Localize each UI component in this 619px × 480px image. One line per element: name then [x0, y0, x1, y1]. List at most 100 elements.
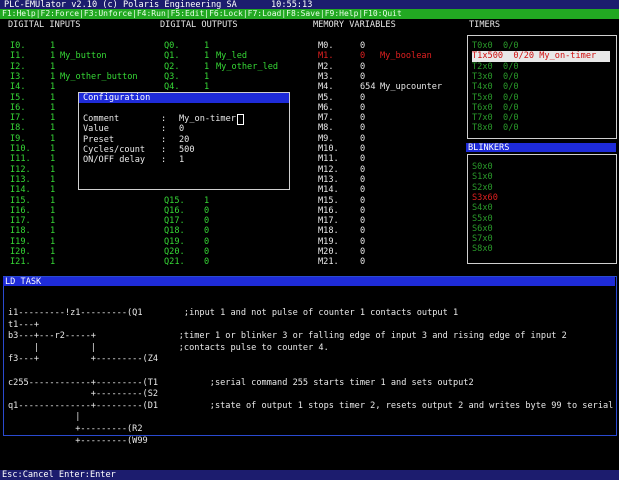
memory-value[interactable]: 0: [360, 175, 365, 185]
memory-id[interactable]: M15.: [318, 196, 339, 206]
input-value[interactable]: 1: [50, 93, 55, 103]
input-id[interactable]: I11.: [10, 154, 31, 164]
input-id[interactable]: I4.: [10, 82, 26, 92]
output-value[interactable]: 1: [204, 196, 209, 206]
memory-id[interactable]: M0.: [318, 41, 334, 51]
memory-value[interactable]: 0: [360, 257, 365, 267]
memory-value[interactable]: 0: [360, 247, 365, 257]
input-id[interactable]: I13.: [10, 175, 31, 185]
output-id[interactable]: Q21.: [164, 257, 185, 267]
memory-value[interactable]: 654: [360, 82, 376, 92]
blinker-item[interactable]: S1x0: [472, 172, 493, 182]
output-id[interactable]: Q1.: [164, 51, 180, 61]
ld-line[interactable]: i1---------!z1---------(Q1 ;input 1 and …: [8, 308, 458, 318]
memory-value[interactable]: 0: [360, 113, 365, 123]
input-value[interactable]: 1: [50, 175, 55, 185]
input-id[interactable]: I17.: [10, 216, 31, 226]
input-value[interactable]: 1: [50, 62, 55, 72]
blinker-item[interactable]: S2x0: [472, 183, 493, 193]
memory-id[interactable]: M19.: [318, 237, 339, 247]
field-value[interactable]: 1: [179, 155, 184, 165]
menu-text[interactable]: F1:Help|F2:Force|F3:Unforce|F4:Run|F5:Ed…: [0, 9, 402, 18]
output-id[interactable]: Q4.: [164, 82, 180, 92]
input-value[interactable]: 1: [50, 206, 55, 216]
memory-id[interactable]: M18.: [318, 226, 339, 236]
memory-id[interactable]: M5.: [318, 93, 334, 103]
output-value[interactable]: 1: [204, 62, 209, 72]
blinker-item[interactable]: S7x0: [472, 234, 493, 244]
timer-item[interactable]: T1x500 0/20 My_on-timer: [472, 51, 610, 62]
ld-line[interactable]: +---------(S2: [8, 389, 158, 399]
function-key-menu[interactable]: F1:Help|F2:Force|F3:Unforce|F4:Run|F5:Ed…: [0, 9, 619, 19]
memory-value[interactable]: 0: [360, 103, 365, 113]
output-value[interactable]: 1: [204, 82, 209, 92]
memory-value[interactable]: 0: [360, 51, 365, 61]
memory-value[interactable]: 0: [360, 165, 365, 175]
memory-value[interactable]: 0: [360, 134, 365, 144]
memory-name[interactable]: My_upcounter: [380, 82, 442, 92]
input-id[interactable]: I12.: [10, 165, 31, 175]
output-id[interactable]: Q18.: [164, 226, 185, 236]
output-value[interactable]: 0: [204, 216, 209, 226]
input-value[interactable]: 1: [50, 113, 55, 123]
output-id[interactable]: Q20.: [164, 247, 185, 257]
memory-id[interactable]: M16.: [318, 206, 339, 216]
input-id[interactable]: I6.: [10, 103, 26, 113]
ld-line[interactable]: t1---+: [8, 320, 39, 330]
memory-value[interactable]: 0: [360, 41, 365, 51]
memory-name[interactable]: My_boolean: [380, 51, 432, 61]
output-value[interactable]: 0: [204, 247, 209, 257]
ld-line[interactable]: | | ;contacts pulse to counter 4.: [8, 343, 329, 353]
input-value[interactable]: 1: [50, 196, 55, 206]
input-value[interactable]: 1: [50, 82, 55, 92]
ld-line[interactable]: q1--------------+---------(D1 ;state of …: [8, 401, 619, 411]
input-id[interactable]: I9.: [10, 134, 26, 144]
input-value[interactable]: 1: [50, 154, 55, 164]
input-value[interactable]: 1: [50, 72, 55, 82]
input-id[interactable]: I21.: [10, 257, 31, 267]
memory-id[interactable]: M2.: [318, 62, 334, 72]
timer-item[interactable]: T7x0 0/0: [472, 113, 519, 123]
input-id[interactable]: I2.: [10, 62, 26, 72]
memory-value[interactable]: 0: [360, 185, 365, 195]
output-name[interactable]: My_led: [216, 51, 247, 61]
memory-value[interactable]: 0: [360, 72, 365, 82]
input-value[interactable]: 1: [50, 237, 55, 247]
ld-line[interactable]: f3---+ +---------(Z4: [8, 354, 158, 364]
memory-id[interactable]: M21.: [318, 257, 339, 267]
memory-value[interactable]: 0: [360, 196, 365, 206]
input-value[interactable]: 1: [50, 103, 55, 113]
blinker-item[interactable]: S3x60: [472, 193, 498, 203]
comment-input[interactable]: My_on-timer: [179, 114, 244, 125]
memory-id[interactable]: M17.: [318, 216, 339, 226]
output-id[interactable]: Q16.: [164, 206, 185, 216]
input-name[interactable]: My_button: [60, 51, 107, 61]
memory-id[interactable]: M14.: [318, 185, 339, 195]
timer-item[interactable]: T8x0 0/0: [472, 123, 519, 133]
output-id[interactable]: Q0.: [164, 41, 180, 51]
input-value[interactable]: 1: [50, 134, 55, 144]
memory-id[interactable]: M8.: [318, 123, 334, 133]
input-id[interactable]: I0.: [10, 41, 26, 51]
output-id[interactable]: Q17.: [164, 216, 185, 226]
input-id[interactable]: I8.: [10, 123, 26, 133]
input-value[interactable]: 1: [50, 216, 55, 226]
memory-id[interactable]: M13.: [318, 175, 339, 185]
input-id[interactable]: I19.: [10, 237, 31, 247]
ld-line[interactable]: |: [8, 412, 80, 422]
memory-id[interactable]: M11.: [318, 154, 339, 164]
output-value[interactable]: 0: [204, 237, 209, 247]
memory-id[interactable]: M4.: [318, 82, 334, 92]
input-id[interactable]: I18.: [10, 226, 31, 236]
input-id[interactable]: I10.: [10, 144, 31, 154]
memory-id[interactable]: M9.: [318, 134, 334, 144]
output-value[interactable]: 0: [204, 206, 209, 216]
output-name[interactable]: My_other_led: [216, 62, 278, 72]
blinker-item[interactable]: S6x0: [472, 224, 493, 234]
output-value[interactable]: 0: [204, 257, 209, 267]
input-value[interactable]: 1: [50, 185, 55, 195]
memory-value[interactable]: 0: [360, 144, 365, 154]
blinker-item[interactable]: S4x0: [472, 203, 493, 213]
input-id[interactable]: I16.: [10, 206, 31, 216]
input-id[interactable]: I20.: [10, 247, 31, 257]
